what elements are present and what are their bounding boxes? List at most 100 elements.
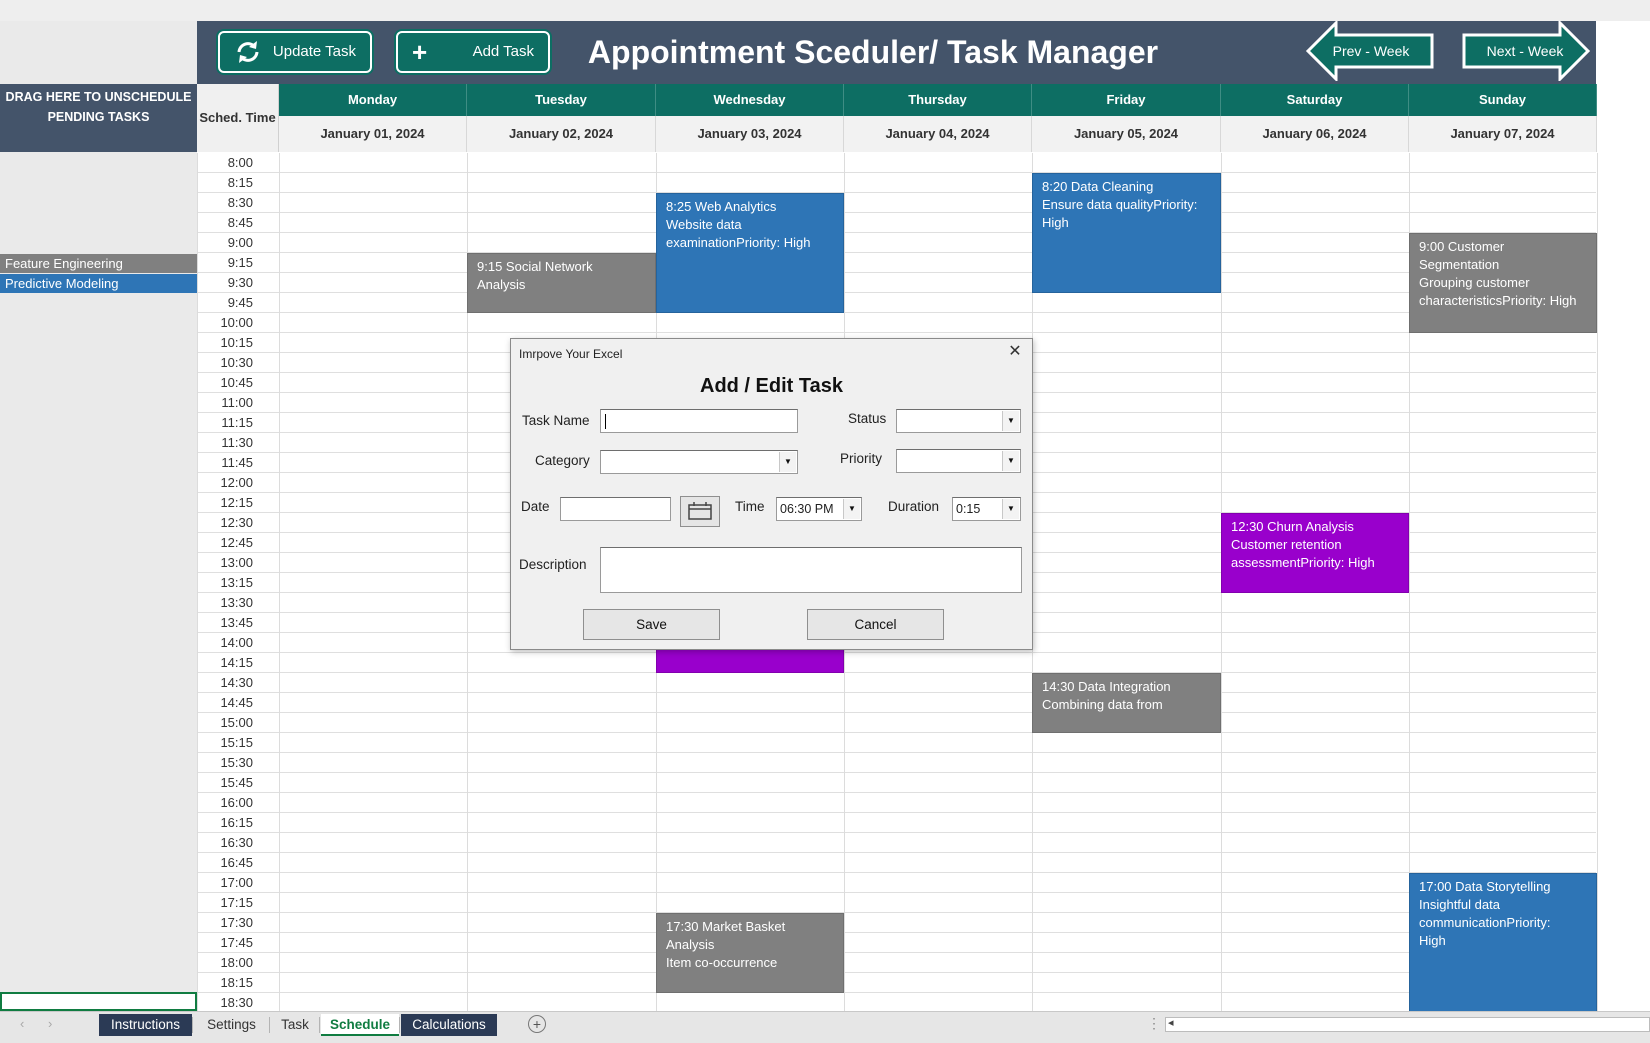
pending-panel[interactable] [0, 21, 197, 1011]
date-input[interactable] [560, 497, 671, 521]
sheet-tab-settings[interactable]: Settings [194, 1014, 269, 1036]
priority-select[interactable]: ▼ [896, 449, 1021, 473]
day-name-header: Tuesday [467, 84, 656, 116]
date-header: January 01, 2024 [279, 116, 467, 152]
add-task-button[interactable]: + Add Task [396, 31, 550, 73]
time-slot-label: 8:00 [227, 155, 253, 170]
dialog-heading: Add / Edit Task [700, 375, 843, 397]
time-slot-label: 12:45 [220, 535, 253, 550]
cancel-button[interactable]: Cancel [807, 609, 944, 640]
chevron-down-icon[interactable]: ▼ [1002, 499, 1019, 519]
chevron-down-icon[interactable]: ▼ [1002, 451, 1019, 471]
status-select[interactable]: ▼ [896, 409, 1021, 433]
row-gridline [197, 892, 1596, 893]
tab-separator [269, 1017, 270, 1033]
time-slot-label: 9:45 [227, 295, 253, 310]
row-gridline [197, 332, 1596, 333]
time-slot-label: 14:45 [220, 695, 253, 710]
appointment-block[interactable]: 14:30 Data Integration Combining data fr… [1032, 673, 1221, 733]
time-value: 06:30 PM [780, 502, 834, 516]
sheet-tab-task[interactable]: Task [271, 1014, 319, 1036]
time-slot-label: 15:45 [220, 775, 253, 790]
row-gridline [197, 312, 1596, 313]
next-week-button[interactable]: Next - Week [1460, 21, 1591, 83]
row-gridline [197, 852, 1596, 853]
chevron-down-icon[interactable]: ▼ [779, 452, 796, 472]
duration-select[interactable]: 0:15 ▼ [952, 497, 1021, 521]
appointment-block[interactable]: 9:00 Customer Segmentation Grouping cust… [1409, 233, 1597, 333]
time-slot-label: 9:30 [227, 275, 253, 290]
horizontal-scrollbar[interactable]: ◂ [1165, 1017, 1650, 1032]
more-options-icon[interactable]: ⋮ [1147, 1015, 1161, 1032]
row-gridline [197, 232, 1596, 233]
calendar-button[interactable] [680, 496, 720, 527]
time-slot-label: 8:15 [227, 175, 253, 190]
time-slot-label: 13:15 [220, 575, 253, 590]
row-gridline [197, 172, 1596, 173]
time-slot-label: 12:30 [220, 515, 253, 530]
plus-icon: + [412, 37, 428, 67]
time-slot-label: 16:00 [220, 795, 253, 810]
scroll-right-icon[interactable]: › [48, 1016, 52, 1031]
scroll-left-icon[interactable]: ‹ [20, 1016, 24, 1031]
pending-tasks-header: DRAG HERE TO UNSCHEDULE PENDING TASKS [0, 84, 197, 152]
appointment-block[interactable]: 17:00 Data Storytelling Insightful data … [1409, 873, 1597, 1011]
sheet-tab-instructions[interactable]: Instructions [99, 1014, 192, 1036]
appointment-block[interactable]: 8:25 Web Analytics Website data examinat… [656, 193, 844, 313]
time-slot-label: 18:15 [220, 975, 253, 990]
row-gridline [197, 792, 1596, 793]
time-slot-label: 16:15 [220, 815, 253, 830]
time-slot-label: 10:00 [220, 315, 253, 330]
date-header: January 04, 2024 [844, 116, 1032, 152]
selected-cell[interactable] [0, 992, 197, 1011]
duration-label: Duration [888, 499, 940, 514]
time-slot-label: 17:00 [220, 875, 253, 890]
category-label: Category [535, 453, 590, 468]
add-task-label: Add Task [472, 43, 534, 60]
appointment-block[interactable]: 12:30 Churn Analysis Customer retention … [1221, 513, 1409, 593]
day-name-header: Sunday [1409, 84, 1597, 116]
sheet-tab-schedule[interactable]: Schedule [321, 1014, 399, 1036]
time-slot-label: 14:00 [220, 635, 253, 650]
task-name-input[interactable] [600, 409, 798, 433]
time-slot-label: 16:45 [220, 855, 253, 870]
save-button[interactable]: Save [583, 609, 720, 640]
description-label: Description [519, 557, 587, 572]
appointment-block[interactable]: 17:30 Market Basket Analysis Item co-occ… [656, 913, 844, 993]
chevron-down-icon[interactable]: ▼ [1002, 411, 1019, 431]
appointment-block[interactable]: 9:15 Social Network Analysis [467, 253, 656, 313]
time-slot-label: 13:45 [220, 615, 253, 630]
pending-header-line1: DRAG HERE TO UNSCHEDULE [5, 90, 192, 104]
row-gridline [197, 252, 1596, 253]
time-slot-label: 17:30 [220, 915, 253, 930]
prev-week-button[interactable]: Prev - Week [1305, 21, 1436, 83]
appointment-block[interactable]: 8:20 Data Cleaning Ensure data qualityPr… [1032, 173, 1221, 293]
sheet-tab-calculations[interactable]: Calculations [401, 1014, 497, 1036]
description-textarea[interactable] [600, 547, 1022, 593]
refresh-icon [234, 33, 262, 81]
row-gridline [197, 732, 1596, 733]
pending-task-item[interactable]: Feature Engineering [0, 254, 197, 273]
update-task-button[interactable]: Update Task [218, 31, 372, 73]
pending-task-item[interactable]: Predictive Modeling [0, 274, 197, 293]
close-icon[interactable]: ✕ [1004, 341, 1026, 363]
sheet-tab-bar: ‹ › Instructions Settings Task Schedule Calc… [0, 1011, 1650, 1043]
time-slot-label: 10:30 [220, 355, 253, 370]
time-slot-label: 10:45 [220, 375, 253, 390]
time-label: Time [735, 499, 765, 514]
time-select[interactable]: 06:30 PM ▼ [776, 497, 862, 521]
tab-separator [319, 1017, 320, 1033]
time-slot-label: 15:15 [220, 735, 253, 750]
column-gridline [279, 153, 280, 1011]
time-slot-label: 9:15 [227, 255, 253, 270]
chevron-down-icon[interactable]: ▼ [843, 499, 860, 519]
add-sheet-icon[interactable]: + [528, 1015, 546, 1033]
scroll-left-arrow-icon[interactable]: ◂ [1168, 1016, 1174, 1029]
category-select[interactable]: ▼ [600, 450, 798, 474]
dialog-window-title: Imrpove Your Excel [519, 347, 623, 361]
pending-header-line2: PENDING TASKS [47, 110, 150, 124]
date-label: Date [521, 499, 550, 514]
row-gridline [197, 972, 1596, 973]
row-gridline [197, 692, 1596, 693]
column-gridline [1597, 153, 1598, 1011]
